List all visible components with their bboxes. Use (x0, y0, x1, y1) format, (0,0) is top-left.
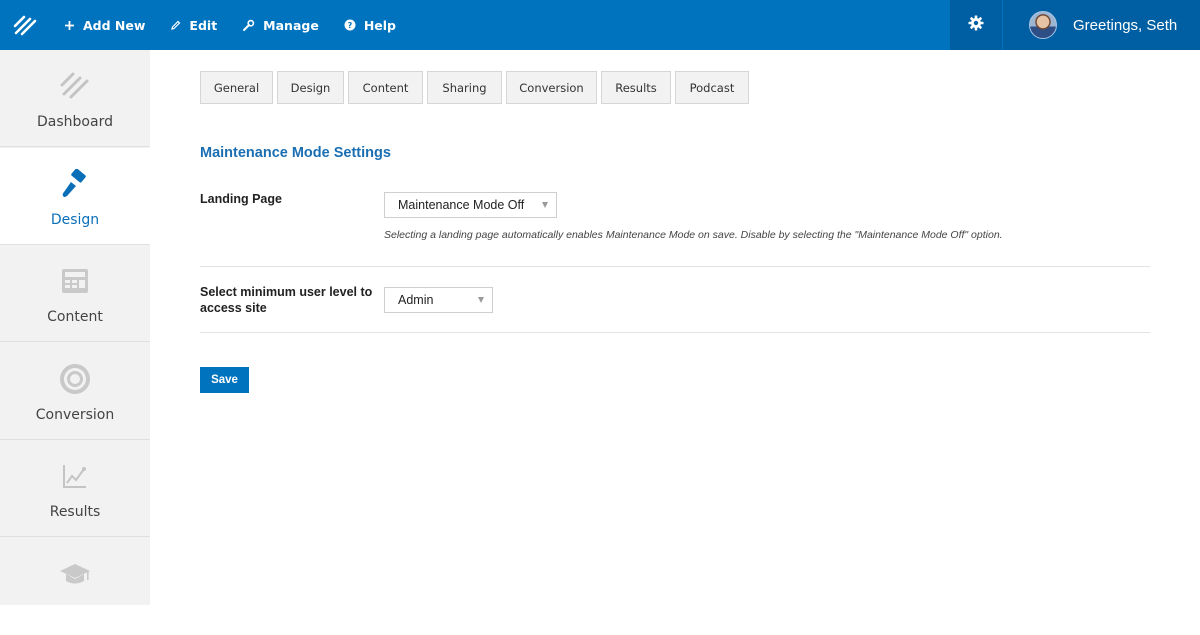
tab-general[interactable]: General (200, 71, 273, 104)
help-menu[interactable]: ? Help (344, 18, 396, 33)
save-button[interactable]: Save (200, 367, 249, 393)
landing-page-label: Landing Page (200, 192, 282, 206)
add-new-menu[interactable]: Add New (64, 18, 145, 33)
paint-brush-icon (55, 164, 95, 204)
sidebar-item-label: Content (47, 309, 103, 325)
pencil-icon (170, 20, 181, 31)
tab-content[interactable]: Content (348, 71, 423, 104)
top-bar: Add New Edit Manage ? Help Greetings, Se… (0, 0, 1200, 50)
avatar (1029, 11, 1057, 39)
sidebar-item-courses[interactable] (0, 538, 150, 635)
landing-page-value: Maintenance Mode Off (398, 198, 525, 212)
tab-conversion[interactable]: Conversion (506, 71, 597, 104)
sidebar-item-design[interactable]: Design (0, 148, 150, 245)
user-level-value: Admin (398, 293, 434, 307)
plus-icon (64, 20, 75, 31)
greeting-text: Greetings, Seth (1073, 16, 1178, 34)
landing-page-select[interactable]: Maintenance Mode Off (384, 192, 557, 218)
help-circle-icon: ? (344, 19, 356, 31)
sidebar-item-conversion[interactable]: Conversion (0, 343, 150, 440)
sidebar: Dashboard Design Content Conversion Resu… (0, 50, 150, 605)
sidebar-item-label: Conversion (35, 407, 115, 423)
sidebar-item-label: Dashboard (37, 114, 113, 130)
gear-icon (968, 15, 984, 35)
user-level-label-line2: access site (200, 301, 267, 315)
manage-label: Manage (263, 17, 319, 33)
edit-menu[interactable]: Edit (170, 18, 217, 33)
settings-button[interactable] (950, 0, 1002, 50)
layout-grid-icon (55, 261, 95, 301)
sidebar-item-dashboard[interactable]: Dashboard (0, 50, 150, 147)
svg-text:?: ? (347, 21, 352, 30)
top-nav: Add New Edit Manage ? Help (64, 0, 421, 50)
tab-podcast[interactable]: Podcast (675, 71, 749, 104)
target-icon (55, 359, 95, 399)
user-menu[interactable]: Greetings, Seth (1003, 0, 1200, 50)
graduation-cap-icon (55, 554, 95, 594)
stripes-logo-icon (55, 66, 95, 106)
tab-results[interactable]: Results (601, 71, 671, 104)
add-new-label: Add New (83, 17, 146, 33)
user-level-label: Select minimum user level to access site (200, 284, 372, 316)
divider (200, 332, 1150, 333)
dropdown-arrow-icon (478, 297, 484, 303)
tab-sharing[interactable]: Sharing (427, 71, 502, 104)
help-label: Help (363, 17, 396, 33)
sidebar-item-label: Design (50, 212, 100, 228)
divider (200, 266, 1150, 267)
section-title: Maintenance Mode Settings (200, 145, 391, 161)
sidebar-item-results[interactable]: Results (0, 440, 150, 537)
thrive-logo-icon[interactable] (10, 10, 40, 40)
dropdown-arrow-icon (542, 202, 548, 208)
edit-label: Edit (189, 17, 218, 33)
line-chart-icon (55, 456, 95, 496)
user-level-select[interactable]: Admin (384, 287, 493, 313)
landing-page-hint: Selecting a landing page automatically e… (384, 229, 1003, 241)
wrench-icon (242, 19, 255, 32)
settings-tabs: General Design Content Sharing Conversio… (200, 71, 753, 104)
sidebar-item-content[interactable]: Content (0, 245, 150, 342)
tab-design[interactable]: Design (277, 71, 344, 104)
sidebar-item-label: Results (49, 504, 101, 520)
user-level-label-line1: Select minimum user level to (200, 285, 373, 299)
manage-menu[interactable]: Manage (242, 18, 319, 33)
